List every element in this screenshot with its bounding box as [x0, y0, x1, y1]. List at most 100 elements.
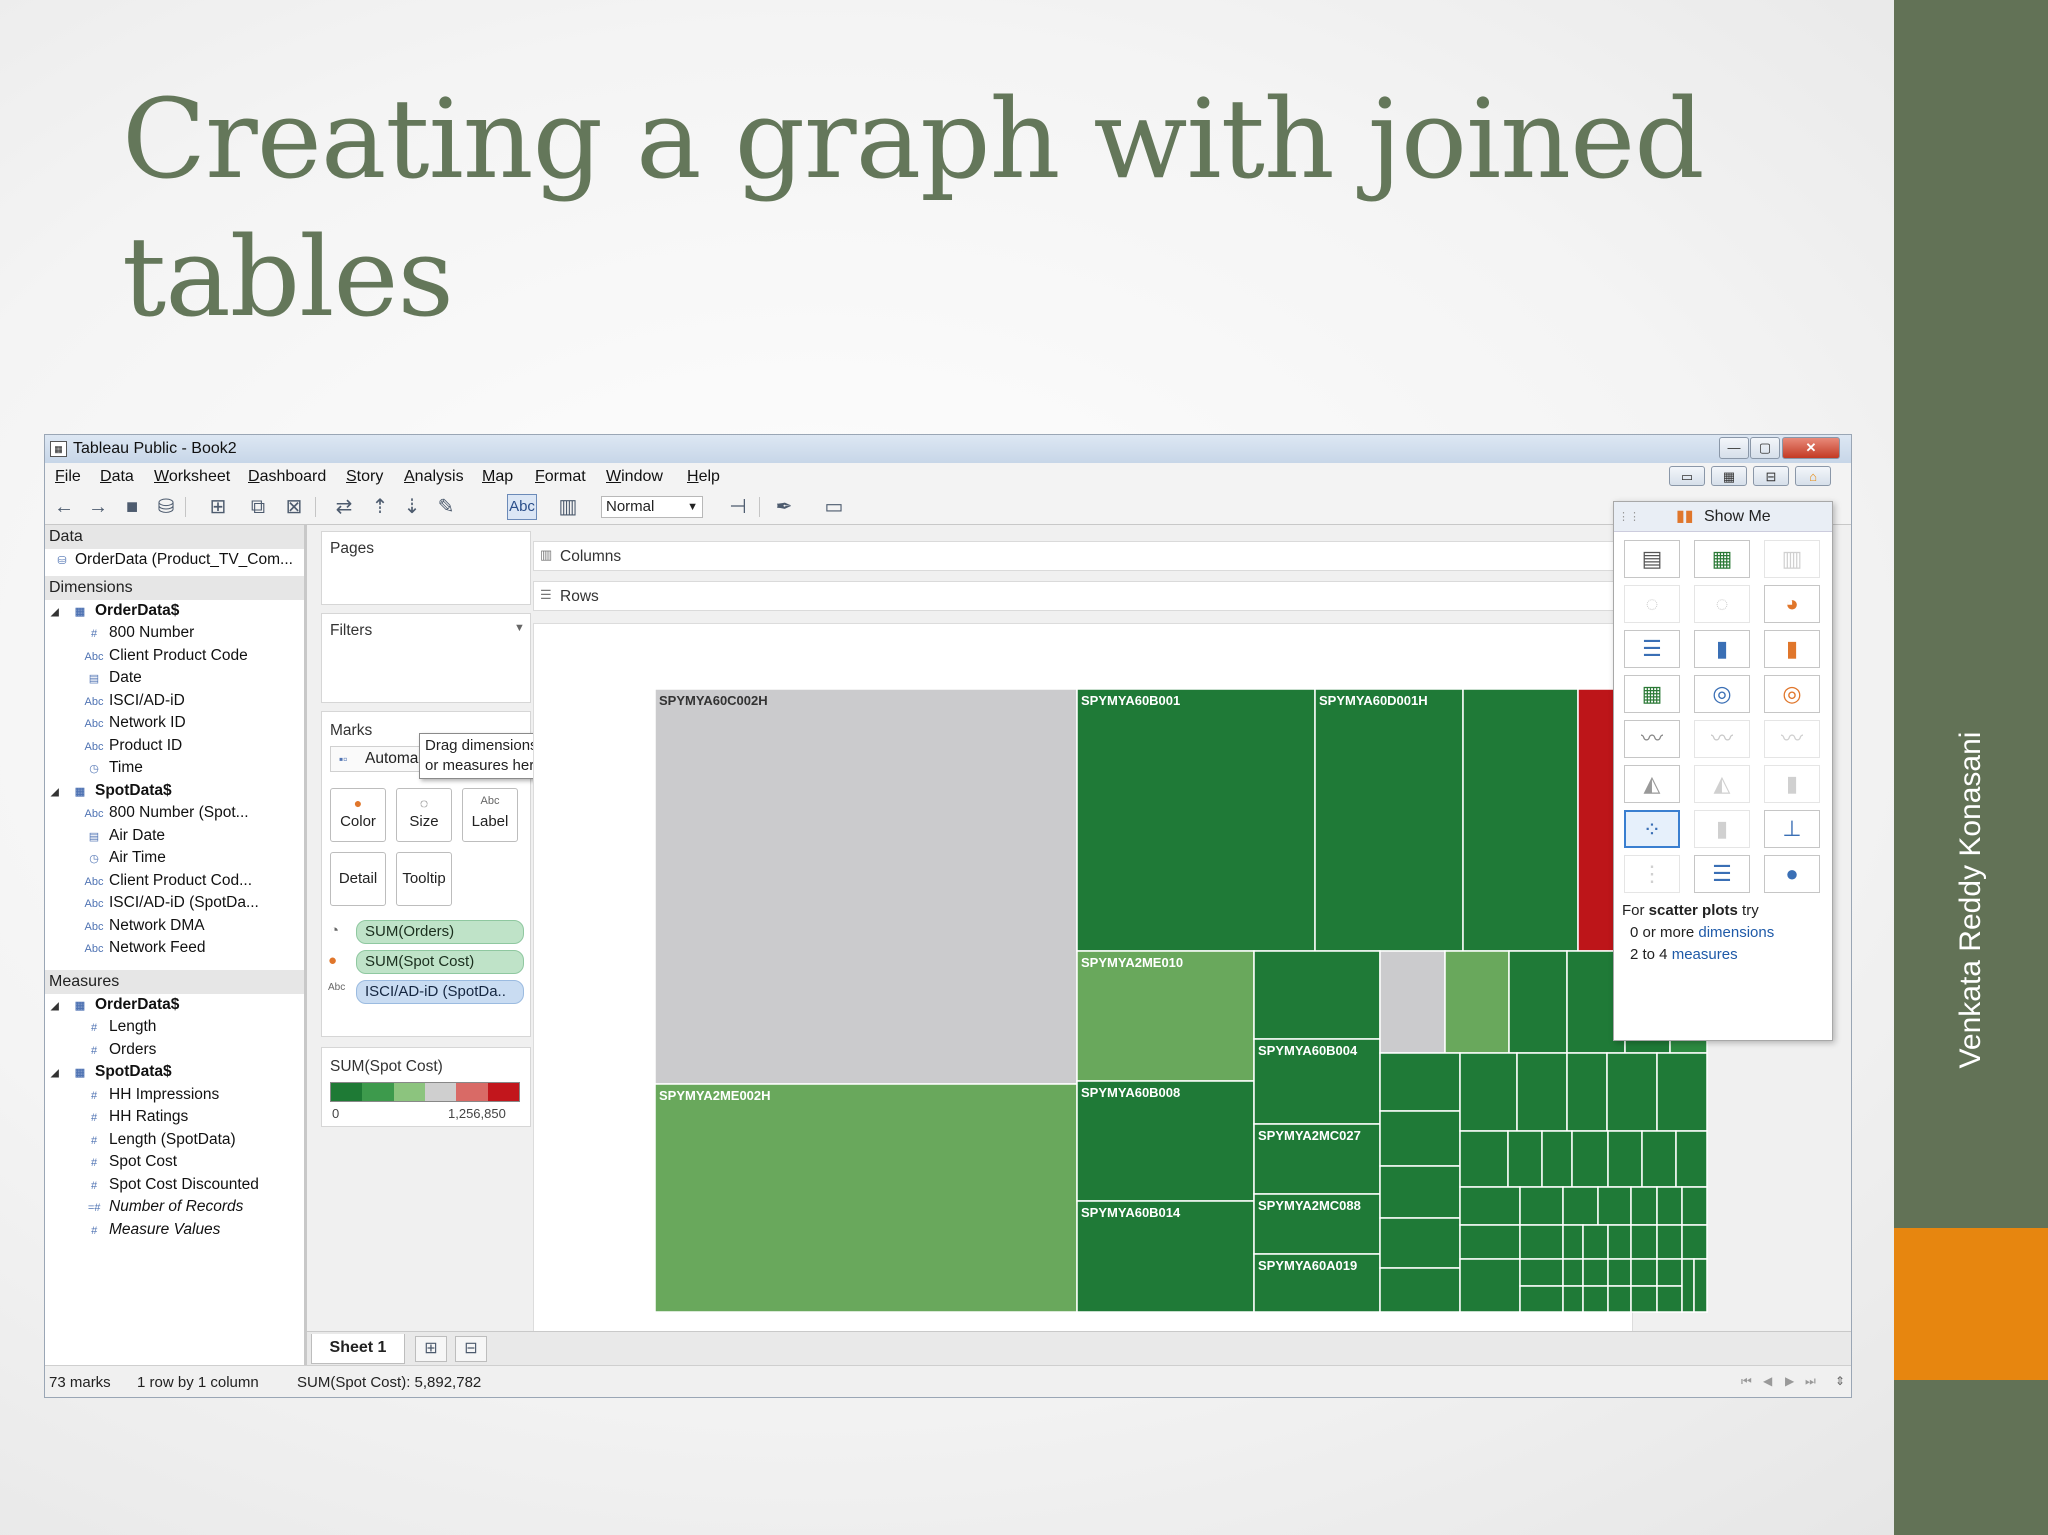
treemap-cell[interactable]	[1562, 1258, 1584, 1287]
field-item[interactable]: Abc Product ID	[45, 735, 304, 758]
treemap-cell[interactable]	[1630, 1258, 1658, 1287]
field-item[interactable]: Abc Network Feed	[45, 937, 304, 960]
menu-format[interactable]: Format	[535, 468, 586, 486]
treemap-cell[interactable]	[654, 1083, 1078, 1313]
table-group[interactable]: ◢ ▦ OrderData$	[45, 600, 304, 623]
chart-type-tile-5[interactable]: ◌	[1694, 585, 1750, 623]
treemap-cell[interactable]	[1681, 1186, 1708, 1226]
treemap-cell[interactable]	[1582, 1224, 1609, 1260]
detail-button[interactable]: Detail	[330, 852, 386, 906]
menu-worksheet[interactable]: Worksheet	[154, 468, 230, 486]
data-source-icon[interactable]: ⊟	[1753, 466, 1789, 486]
menu-dashboard[interactable]: Dashboard	[248, 468, 326, 486]
treemap-cell[interactable]	[1582, 1285, 1609, 1313]
treemap-cell[interactable]	[1656, 1224, 1683, 1260]
menu-help[interactable]: Help	[687, 468, 720, 486]
treemap-cell[interactable]	[1462, 688, 1579, 952]
first-page-icon[interactable]: ⏮	[1741, 1374, 1752, 1389]
table-group[interactable]: ◢ ▦ SpotData$	[45, 1061, 304, 1084]
treemap-cell[interactable]	[1571, 1130, 1609, 1188]
chart-type-tile-9[interactable]: ▮	[1764, 630, 1820, 668]
treemap-cell[interactable]	[1459, 1258, 1521, 1313]
filters-shelf[interactable]: Filters ▼	[321, 613, 531, 703]
pages-shelf[interactable]: Pages	[321, 531, 531, 605]
fit-select[interactable]: Normal ▼	[601, 496, 703, 518]
save-icon[interactable]: ■	[119, 495, 145, 519]
next-page-icon[interactable]: ▶	[1785, 1374, 1794, 1388]
treemap-cell[interactable]	[1508, 950, 1568, 1054]
presentation-icon[interactable]: ▭	[1669, 466, 1705, 486]
chevron-down-icon[interactable]: ▼	[514, 622, 525, 634]
treemap-cell[interactable]	[1459, 1052, 1518, 1132]
treemap-cell[interactable]	[654, 688, 1078, 1085]
field-item[interactable]: # Measure Values	[45, 1219, 304, 1242]
field-item[interactable]: ▤ Date	[45, 667, 304, 690]
treemap-cell[interactable]	[1459, 1130, 1509, 1188]
treemap-cell[interactable]	[1253, 950, 1381, 1040]
treemap-cell[interactable]	[1597, 1186, 1632, 1226]
highlight-icon[interactable]: ✎	[433, 495, 459, 519]
minimize-button[interactable]: —	[1719, 437, 1749, 459]
expand-triangle-icon[interactable]: ◢	[51, 1063, 65, 1084]
swap-rows-columns-icon[interactable]: ⇄	[331, 495, 357, 519]
treemap-cell[interactable]	[1459, 1186, 1521, 1226]
show-mark-labels-button[interactable]: Abc	[507, 494, 537, 520]
treemap-cell[interactable]	[1656, 1052, 1708, 1132]
treemap-cell[interactable]	[1630, 1285, 1658, 1313]
table-group[interactable]: ◢ ▦ SpotData$	[45, 780, 304, 803]
fix-axes-icon[interactable]: ⊣	[725, 495, 751, 519]
treemap-cell[interactable]	[1379, 1165, 1461, 1219]
duplicate-sheet-icon[interactable]: ⧉	[245, 495, 271, 519]
connect-data-icon[interactable]: ⛁	[153, 495, 179, 519]
field-item[interactable]: # Length	[45, 1016, 304, 1039]
datasource-item[interactable]: ⛁ OrderData (Product_TV_Com...	[45, 549, 304, 572]
chart-type-tile-11[interactable]: ◎	[1694, 675, 1750, 713]
treemap-cell[interactable]	[1693, 1258, 1708, 1313]
treemap-cell[interactable]	[1314, 688, 1464, 952]
chart-type-tile-6[interactable]: ◕	[1764, 585, 1820, 623]
treemap-cell[interactable]	[1076, 950, 1255, 1082]
field-item[interactable]: =# Number of Records	[45, 1196, 304, 1219]
expand-triangle-icon[interactable]: ◢	[51, 602, 65, 623]
treemap-cell[interactable]	[1681, 1224, 1708, 1260]
treemap-cell[interactable]	[1630, 1224, 1658, 1260]
new-dashboard-icon[interactable]: ⊟	[455, 1336, 487, 1362]
field-item[interactable]: Abc ISCI/AD-iD	[45, 690, 304, 713]
annotate-icon[interactable]: ✒	[771, 495, 797, 519]
menu-story[interactable]: Story	[346, 468, 383, 486]
label-button[interactable]: Abc Label	[462, 788, 518, 842]
treemap-cell[interactable]	[1379, 1052, 1461, 1112]
show-me-header[interactable]: ⋮⋮ ▮▮ Show Me	[1614, 502, 1832, 532]
field-item[interactable]: # HH Ratings	[45, 1106, 304, 1129]
sheet-sorter-icon[interactable]: ▦	[1711, 466, 1747, 486]
treemap-cell[interactable]	[1459, 1224, 1521, 1260]
field-item[interactable]: # HH Impressions	[45, 1084, 304, 1107]
last-page-icon[interactable]: ⏭	[1805, 1374, 1816, 1389]
field-item[interactable]: ▤ Air Date	[45, 825, 304, 848]
treemap-cell[interactable]	[1507, 1130, 1543, 1188]
treemap-cell[interactable]	[1607, 1130, 1643, 1188]
chart-type-tile-10[interactable]: ▦	[1624, 675, 1680, 713]
treemap-cell[interactable]	[1076, 688, 1316, 952]
chart-type-tile-15[interactable]: 〰	[1764, 720, 1820, 758]
rows-shelf[interactable]: ☰ Rows	[533, 581, 1671, 611]
chart-type-tile-23[interactable]: ☰	[1694, 855, 1750, 893]
treemap-cell[interactable]	[1566, 1052, 1608, 1132]
close-button[interactable]: ✕	[1782, 437, 1840, 459]
chart-type-tile-12[interactable]: ◎	[1764, 675, 1820, 713]
menu-data[interactable]: Data	[100, 468, 134, 486]
treemap-cell[interactable]	[1379, 1110, 1461, 1167]
field-item[interactable]: ◷ Time	[45, 757, 304, 780]
tooltip-button[interactable]: Tooltip	[396, 852, 452, 906]
chart-type-tile-14[interactable]: 〰	[1694, 720, 1750, 758]
presentation-mode-icon[interactable]: ▭	[821, 495, 847, 519]
chart-type-tile-1[interactable]: ▤	[1624, 540, 1680, 578]
expand-triangle-icon[interactable]: ◢	[51, 996, 65, 1017]
field-item[interactable]: # Spot Cost	[45, 1151, 304, 1174]
chart-type-tile-17[interactable]: ◭	[1694, 765, 1750, 803]
chart-type-tile-8[interactable]: ▮	[1694, 630, 1750, 668]
treemap-cell[interactable]	[1607, 1258, 1632, 1287]
chart-type-tile-19[interactable]: ⁘	[1624, 810, 1680, 848]
treemap-cell[interactable]	[1656, 1186, 1683, 1226]
treemap-cell[interactable]	[1379, 1267, 1461, 1313]
